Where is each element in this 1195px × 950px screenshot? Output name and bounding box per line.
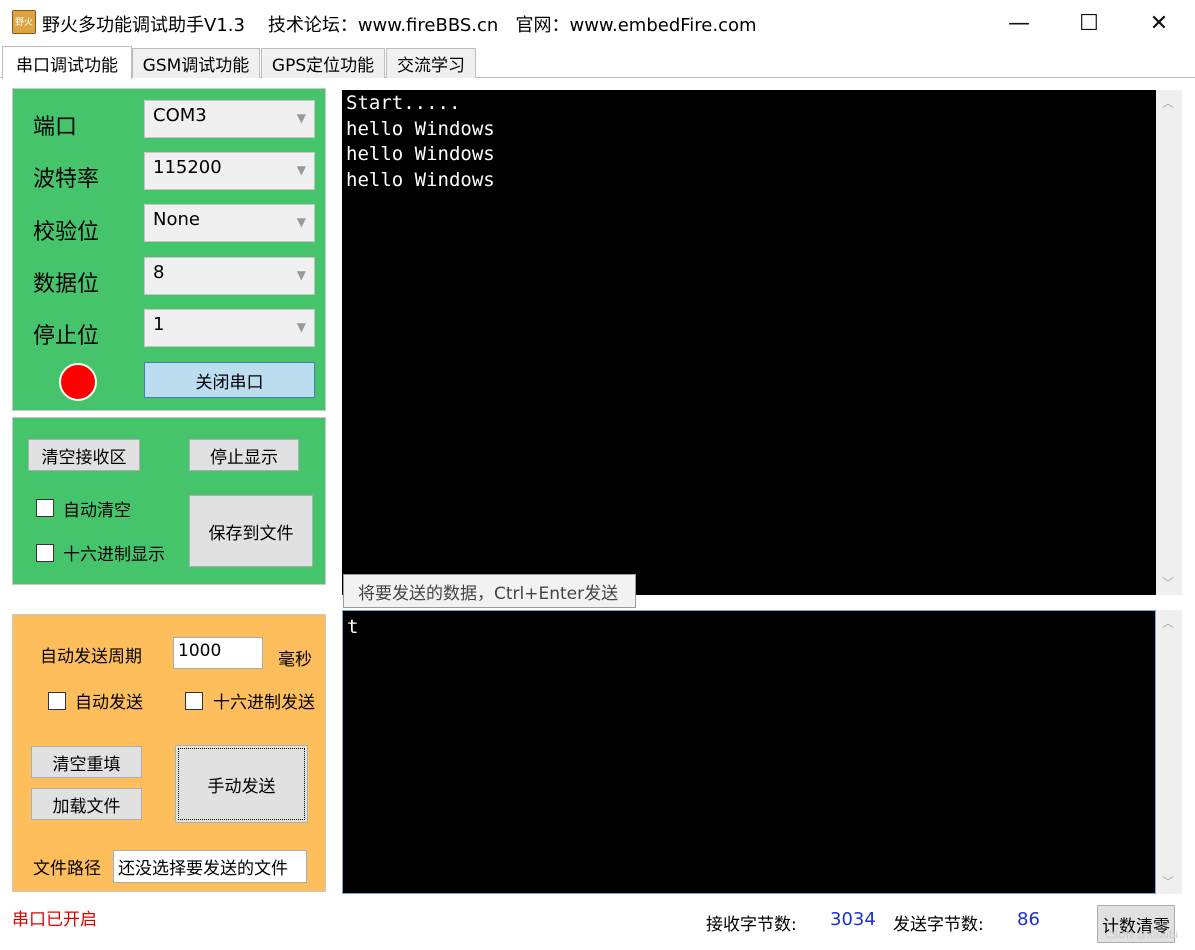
baud-label: 波特率	[33, 167, 100, 192]
hex-display-checkbox[interactable]	[36, 544, 54, 562]
maximize-button[interactable]: ☐	[1054, 0, 1124, 46]
auto-clear-label: 自动清空	[63, 501, 131, 521]
auto-send-label: 自动发送	[75, 693, 143, 713]
stopbits-label: 停止位	[33, 324, 100, 349]
parity-select[interactable]: None ▼	[144, 204, 315, 242]
minimize-button[interactable]: —	[984, 0, 1054, 46]
period-unit-label: 毫秒	[278, 650, 312, 670]
databits-select[interactable]: 8 ▼	[144, 257, 315, 295]
hex-display-label: 十六进制显示	[63, 545, 165, 565]
chevron-down-icon: ▼	[296, 111, 306, 125]
stop-display-button[interactable]: 停止显示	[189, 439, 299, 471]
tab-gps[interactable]: GPS定位功能	[261, 48, 385, 78]
tx-count-value: 86	[1017, 909, 1040, 930]
parity-label: 校验位	[33, 220, 100, 245]
file-path-label: 文件路径	[33, 859, 101, 879]
chevron-down-icon: ▼	[296, 163, 306, 177]
receive-options-panel: 清空接收区 停止显示 自动清空 十六进制显示 保存到文件	[12, 417, 326, 585]
tab-strip: 串口调试功能 GSM调试功能 GPS定位功能 交流学习	[0, 46, 1195, 79]
send-period-label: 自动发送周期	[40, 647, 142, 667]
port-status-text: 串口已开启	[12, 910, 97, 930]
scroll-up-icon[interactable]: ︿	[1162, 94, 1174, 111]
stopbits-select[interactable]: 1 ▼	[144, 309, 315, 347]
send-scrollbar[interactable]: ︿ ﹀	[1156, 610, 1182, 894]
baud-value: 115200	[153, 157, 222, 178]
clear-refill-button[interactable]: 清空重填	[31, 746, 142, 778]
close-button[interactable]: ✕	[1124, 0, 1194, 46]
chevron-down-icon: ▼	[296, 215, 306, 229]
tab-gsm[interactable]: GSM调试功能	[132, 48, 260, 78]
send-options-panel: 自动发送周期 1000 毫秒 自动发送 十六进制发送 清空重填 加载文件 手动发…	[12, 614, 326, 892]
scroll-down-icon[interactable]: ﹀	[1162, 873, 1174, 890]
send-text-area[interactable]: t	[342, 610, 1156, 894]
close-port-button[interactable]: 关闭串口	[144, 362, 315, 398]
stopbits-value: 1	[153, 314, 165, 335]
hex-send-checkbox[interactable]	[185, 692, 203, 710]
window-title: 野火多功能调试助手V1.3 技术论坛：www.fireBBS.cn 官网：www…	[42, 15, 757, 36]
port-value: COM3	[153, 105, 207, 126]
port-label: 端口	[33, 115, 78, 140]
scroll-down-icon[interactable]: ﹀	[1162, 574, 1174, 591]
app-icon: 野火	[12, 10, 36, 34]
send-period-input[interactable]: 1000	[173, 637, 263, 669]
port-select[interactable]: COM3 ▼	[144, 100, 315, 138]
rx-count-value: 3034	[830, 909, 876, 930]
databits-label: 数据位	[33, 272, 100, 297]
chevron-down-icon: ▼	[296, 268, 306, 282]
load-file-button[interactable]: 加载文件	[31, 788, 142, 820]
scroll-up-icon[interactable]: ︿	[1162, 614, 1174, 631]
tab-serial[interactable]: 串口调试功能	[2, 46, 132, 79]
rx-count-label: 接收字节数:	[706, 915, 797, 935]
auto-clear-checkbox[interactable]	[36, 499, 54, 517]
auto-send-checkbox[interactable]	[48, 692, 66, 710]
tx-count-label: 发送字节数:	[893, 915, 984, 935]
watermark: CSDN @Xiuubi	[1105, 930, 1179, 941]
tab-exchange[interactable]: 交流学习	[386, 48, 476, 78]
port-status-indicator	[59, 363, 97, 401]
save-to-file-button[interactable]: 保存到文件	[189, 495, 313, 567]
manual-send-button[interactable]: 手动发送	[175, 745, 308, 823]
hex-send-label: 十六进制发送	[213, 693, 315, 713]
send-hint-tooltip: 将要发送的数据，Ctrl+Enter发送	[343, 574, 636, 608]
receive-text-area[interactable]: Start..... hello Windows hello Windows h…	[342, 90, 1156, 595]
file-path-input[interactable]: 还没选择要发送的文件	[113, 850, 307, 883]
serial-settings-panel: 端口 COM3 ▼ 波特率 115200 ▼ 校验位 None ▼ 数据位 8 ▼ 停止…	[12, 88, 326, 411]
parity-value: None	[153, 209, 200, 230]
receive-scrollbar[interactable]: ︿ ﹀	[1156, 90, 1182, 595]
chevron-down-icon: ▼	[296, 320, 306, 334]
databits-value: 8	[153, 262, 165, 283]
title-bar: 野火 野火多功能调试助手V1.3 技术论坛：www.fireBBS.cn 官网：…	[0, 0, 1195, 46]
clear-receive-button[interactable]: 清空接收区	[28, 439, 140, 471]
baud-select[interactable]: 115200 ▼	[144, 152, 315, 190]
